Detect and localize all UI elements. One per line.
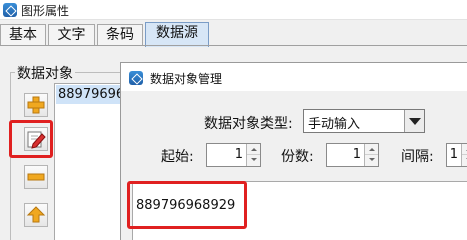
tab-barcode[interactable]: 条码 — [97, 24, 143, 46]
interval-stepper[interactable]: 1 — [446, 143, 467, 167]
move-up-button[interactable] — [24, 203, 48, 227]
copies-stepper[interactable]: 1 — [326, 143, 379, 167]
copies-increment-button[interactable] — [365, 144, 378, 155]
dialog-title-bar: 数据对象管理 — [121, 63, 467, 91]
chevron-down-icon[interactable] — [404, 110, 424, 132]
data-content-value: 889796968929 — [136, 198, 236, 213]
interval-label: 间隔: — [401, 149, 434, 165]
window-title: 图形属性 — [21, 4, 70, 18]
data-object-type-label: 数据对象类型: — [204, 116, 293, 132]
start-increment-button[interactable] — [247, 144, 260, 155]
list-item[interactable]: 889796968929 — [56, 85, 122, 104]
app-icon — [3, 3, 17, 17]
data-object-manager-dialog: 数据对象管理 数据对象类型: 手动输入 起始: 1 份数: 1 间隔: 1 88… — [120, 62, 467, 240]
title-bar: 图形属性 — [0, 0, 467, 20]
interval-value: 1 — [449, 147, 458, 162]
start-decrement-button[interactable] — [247, 155, 260, 166]
dialog-title: 数据对象管理 — [150, 72, 223, 86]
add-button[interactable] — [24, 93, 48, 117]
minus-icon — [27, 173, 45, 181]
app-icon — [129, 71, 143, 85]
copies-decrement-button[interactable] — [365, 155, 378, 166]
start-value: 1 — [234, 147, 243, 162]
copies-value: 1 — [352, 147, 361, 162]
tab-data-source[interactable]: 数据源 — [145, 22, 209, 47]
data-object-type-select[interactable]: 手动输入 — [303, 109, 425, 133]
data-objects-label: 数据对象 — [15, 63, 75, 83]
arrow-up-icon — [26, 206, 46, 223]
data-object-type-value: 手动输入 — [308, 117, 361, 132]
interval-increment-button[interactable] — [462, 144, 467, 155]
plus-icon — [27, 96, 45, 114]
copies-label: 份数: — [281, 149, 314, 165]
interval-decrement-button[interactable] — [462, 155, 467, 166]
remove-button[interactable] — [24, 165, 48, 189]
tab-text[interactable]: 文字 — [48, 24, 95, 46]
start-stepper[interactable]: 1 — [206, 143, 261, 167]
data-objects-list[interactable]: 889796968929 — [54, 83, 124, 240]
tab-bar: 基本 文字 条码 数据源 — [0, 22, 467, 47]
tab-basic[interactable]: 基本 — [0, 24, 46, 46]
edit-pencil-icon — [27, 131, 46, 149]
tab-divider — [0, 45, 467, 46]
start-label: 起始: — [161, 149, 194, 165]
edit-button[interactable] — [24, 127, 48, 151]
